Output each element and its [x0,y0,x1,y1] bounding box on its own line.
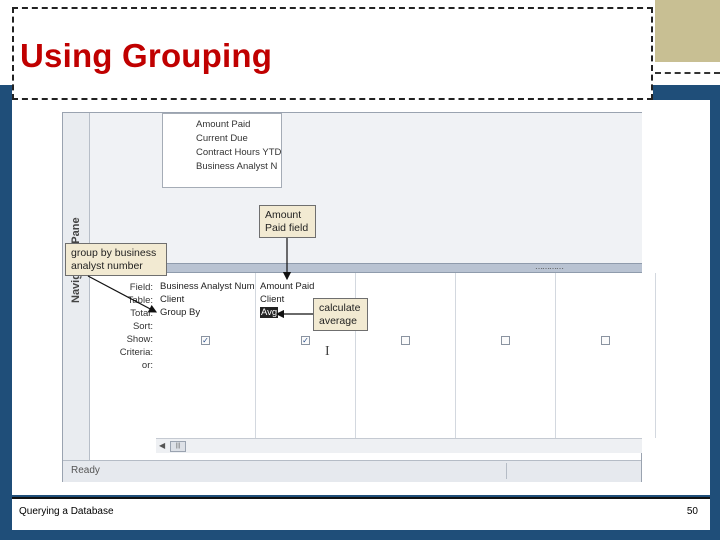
field-list-item[interactable]: Amount Paid [163,118,281,132]
status-text: Ready [71,465,100,476]
row-label-criteria: Criteria: [119,347,153,358]
show-checkbox[interactable] [401,336,410,345]
horizontal-scrollbar[interactable]: ◀ ||| [156,438,642,453]
show-checkbox[interactable] [501,336,510,345]
show-checkbox[interactable]: ✓ [201,336,210,345]
grid-column-3[interactable] [356,273,456,438]
field-list-item[interactable]: Business Analyst N [163,160,281,174]
design-grid-row-labels: Field: Table: Total: Sort: Show: Criteri… [90,281,153,372]
scroll-thumb[interactable]: ||| [170,441,186,452]
access-query-window: Navigation Pane Amount Paid Current Due … [62,112,656,482]
slide-title: Using Grouping [20,37,273,74]
client-field-list[interactable]: Amount Paid Current Due Contract Hours Y… [162,113,282,188]
row-label-table: Table: [127,295,153,306]
row-label-or: or: [141,360,153,371]
navigation-pane[interactable]: Navigation Pane [63,113,90,468]
total-cell-avg[interactable]: Avg [260,307,279,318]
decorative-dashed-line [655,72,720,74]
table-design-area: Amount Paid Current Due Contract Hours Y… [90,113,642,263]
table-cell[interactable]: Client [160,294,255,305]
show-checkbox[interactable] [601,336,610,345]
splitter-grip-icon: ⋯⋯⋯⋯ [535,264,564,273]
field-list-item[interactable]: Contract Hours YTD [163,146,281,160]
field-cell[interactable]: Business Analyst Num [160,281,255,292]
status-bar: Ready [63,460,641,482]
text-cursor-icon: I [325,344,330,359]
row-label-sort: Sort: [132,321,153,332]
row-label-total: Total: [130,308,153,319]
show-checkbox[interactable]: ✓ [301,336,310,345]
total-cell[interactable]: Group By [160,307,255,318]
slide-footer: Querying a Database 50 [12,497,710,530]
field-cell[interactable]: Amount Paid [260,281,355,292]
field-list-item[interactable]: Current Due [163,132,281,146]
callout-group-by: group by business analyst number [65,243,167,276]
footer-caption: Querying a Database [19,506,114,517]
grid-column-1[interactable]: Business Analyst Num Client Group By ✓ [156,273,256,438]
grid-column-4[interactable] [456,273,556,438]
pane-splitter[interactable]: ⋯⋯⋯⋯ [90,263,642,273]
page-number: 50 [686,506,698,517]
status-divider [506,463,507,479]
grid-column-5[interactable] [556,273,656,438]
row-label-show: Show: [126,334,153,345]
row-label-field: Field: [129,282,153,293]
callout-amount-paid-field: Amount Paid field [259,205,316,238]
scroll-left-icon[interactable]: ◀ [159,441,165,450]
callout-calculate-average: calculate average [313,298,368,331]
accent-block [655,0,720,62]
